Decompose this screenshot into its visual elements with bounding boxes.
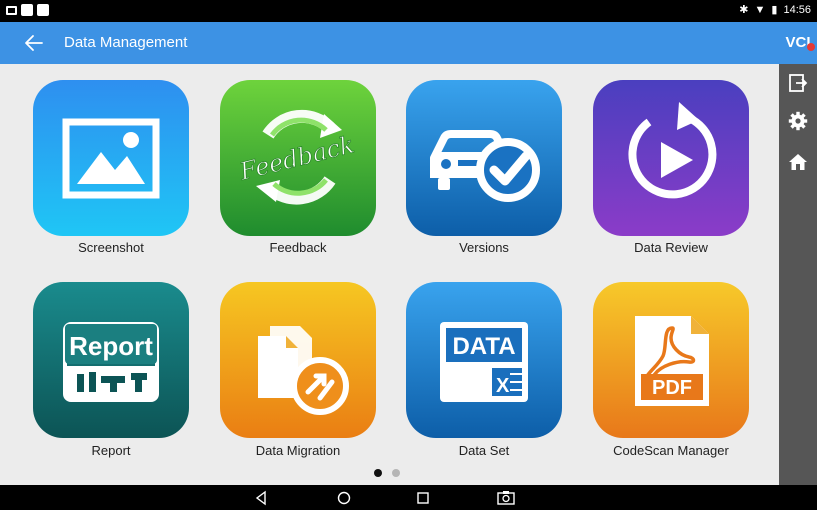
page-title: Data Management: [64, 34, 188, 51]
screenshot-nav-icon[interactable]: [496, 489, 516, 507]
settings-gear-icon[interactable]: [788, 111, 808, 131]
back-nav-icon[interactable]: [253, 489, 271, 507]
notification-icon: [37, 4, 49, 16]
image-icon: [62, 118, 160, 199]
report-art-text: Report: [69, 331, 153, 361]
tile-label: Feedback: [269, 240, 327, 255]
app-grid: Screenshot Feedback Feedback Versions Da…: [0, 64, 779, 485]
car-check-icon: [430, 130, 540, 202]
screenshot-tile[interactable]: [33, 80, 189, 236]
status-bar: ✱ ▼ ▮ 14:56: [0, 0, 817, 22]
data-set-tile[interactable]: DATA X: [406, 282, 562, 438]
vci-button[interactable]: VCI: [779, 22, 817, 64]
replay-icon: [628, 102, 717, 199]
system-icons: ✱ ▼ ▮ 14:56: [739, 4, 811, 16]
tile-label: Data Review: [634, 240, 708, 255]
tile-label: Report: [91, 443, 131, 458]
tile-label: Screenshot: [78, 240, 144, 255]
data-sheet-icon: DATA X: [440, 322, 528, 402]
report-icon: Report: [63, 322, 159, 402]
notification-icon: [21, 4, 33, 16]
tile-label: Data Set: [458, 443, 510, 458]
versions-tile[interactable]: [406, 80, 562, 236]
feedback-icon: Feedback: [236, 109, 357, 205]
data-review-tile[interactable]: [593, 80, 749, 236]
screen-icon: [6, 6, 17, 15]
side-rail: VCI: [779, 22, 817, 485]
excel-glyph: X: [496, 375, 510, 397]
pdf-art-text: PDF: [652, 377, 692, 399]
feedback-tile[interactable]: Feedback: [220, 80, 376, 236]
navigation-bar: [0, 485, 817, 510]
notification-icons: [6, 4, 49, 16]
pdf-icon: PDF: [635, 316, 709, 406]
exit-icon[interactable]: [788, 73, 808, 93]
tile-label: CodeScan Manager: [613, 443, 729, 458]
report-tile[interactable]: Report: [33, 282, 189, 438]
bluetooth-icon: ✱: [739, 4, 749, 16]
home-nav-icon[interactable]: [335, 489, 353, 507]
data-art-text: DATA: [452, 333, 515, 360]
home-icon[interactable]: [788, 152, 808, 172]
back-arrow-icon[interactable]: [22, 31, 46, 55]
app-bar: Data Management: [0, 22, 779, 64]
migration-icon: [258, 326, 349, 415]
recents-nav-icon[interactable]: [414, 489, 432, 507]
page-dot-active[interactable]: [374, 469, 382, 477]
codescan-manager-tile[interactable]: PDF: [593, 282, 749, 438]
feedback-art-text: Feedback: [236, 130, 357, 186]
vci-disconnected-badge: [807, 43, 815, 51]
clock: 14:56: [783, 4, 811, 16]
page-indicator: [374, 469, 400, 477]
data-migration-tile[interactable]: [220, 282, 376, 438]
battery-icon: ▮: [771, 4, 778, 16]
tile-label: Versions: [459, 240, 509, 255]
tile-label: Data Migration: [255, 443, 341, 458]
page-dot[interactable]: [392, 469, 400, 477]
wifi-icon: ▼: [754, 4, 766, 16]
